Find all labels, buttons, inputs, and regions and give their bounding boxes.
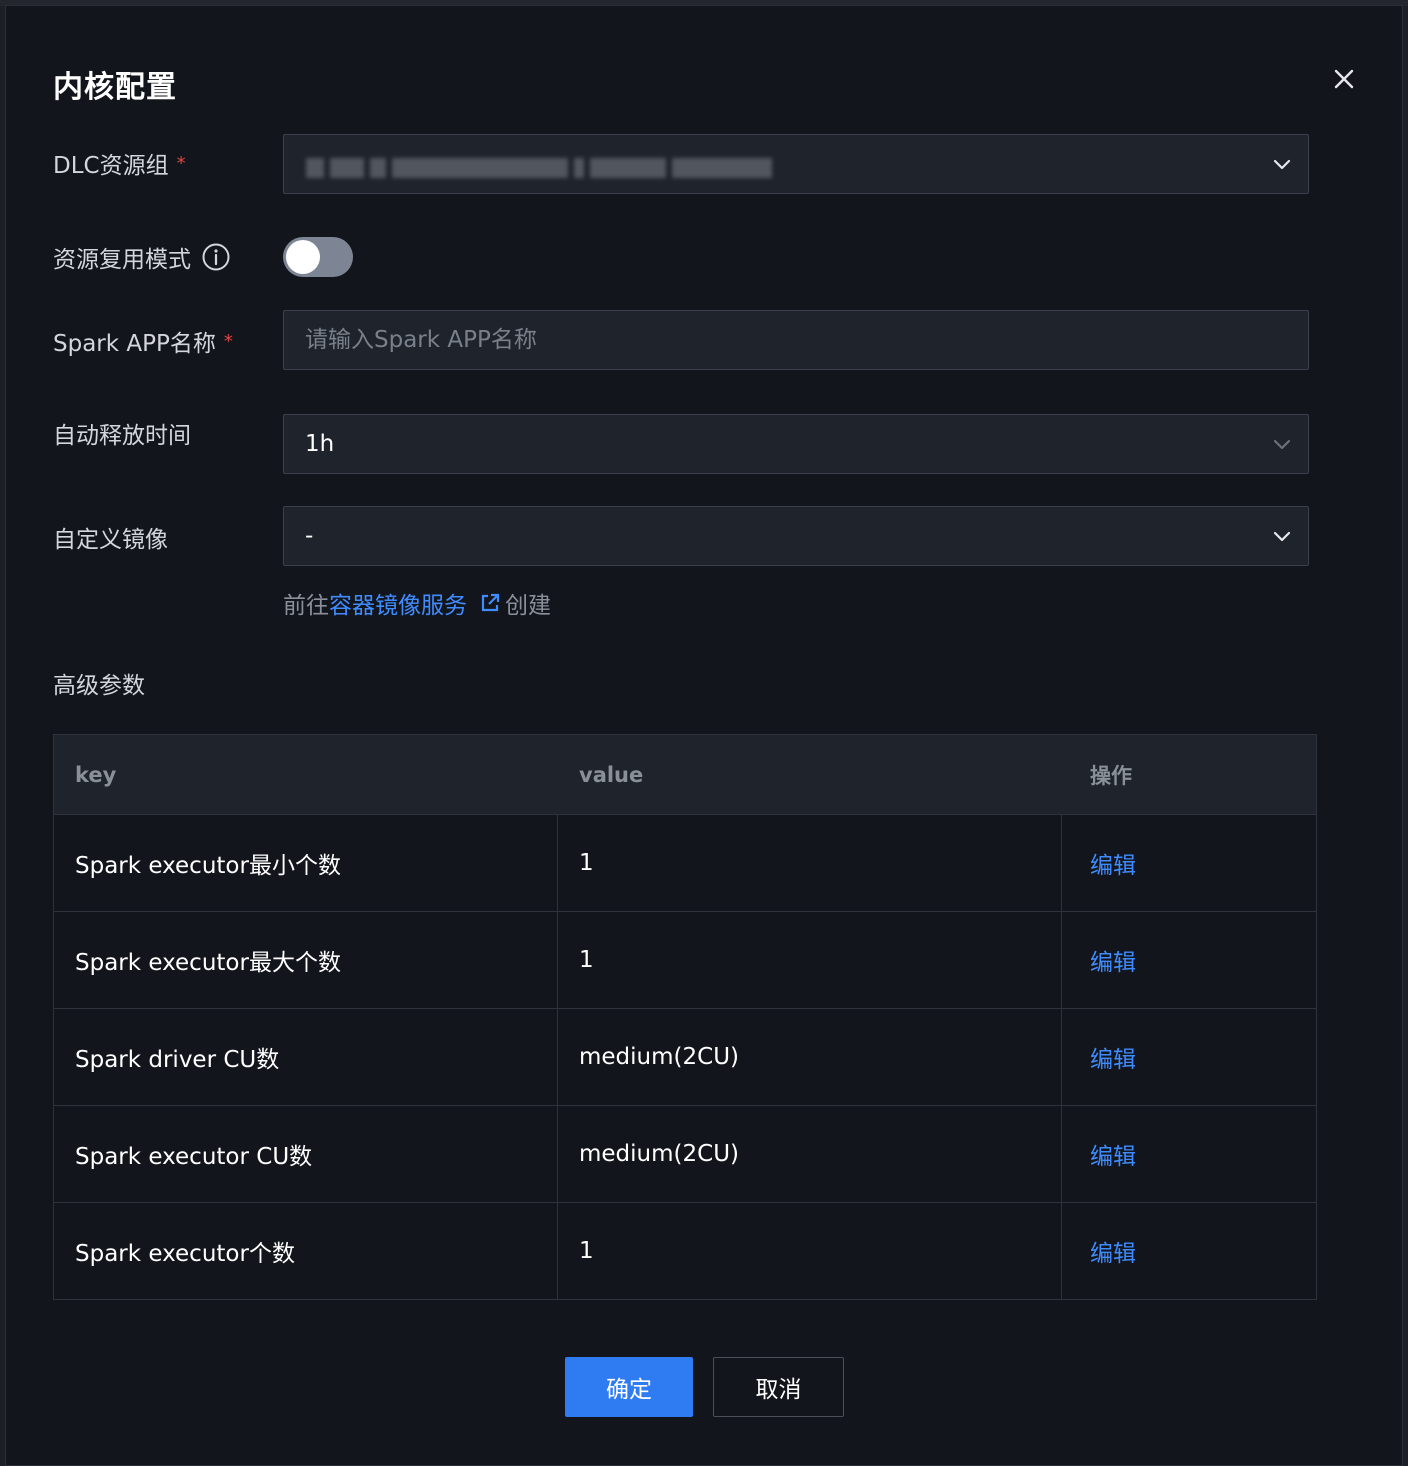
app-name-field (283, 310, 1309, 370)
edit-link[interactable]: 编辑 (1090, 1137, 1136, 1171)
info-icon[interactable] (201, 242, 231, 272)
row-value: medium(2CU) (558, 1106, 1062, 1202)
custom-image-hint: 前往 容器镜像服务 创建 (283, 586, 551, 620)
row-key: Spark executor个数 (54, 1203, 558, 1299)
kernel-config-dialog: 内核配置 DLC资源组 * 资源复用模式 Spark APP名称 * 请输入Sp… (5, 5, 1403, 1466)
edit-link[interactable]: 编辑 (1090, 1040, 1136, 1074)
required-mark: * (223, 330, 233, 352)
redacted-value (306, 149, 814, 187)
table-row: Spark executor最小个数 1 编辑 (54, 814, 1316, 911)
chevron-down-icon (1270, 152, 1294, 176)
release-time-value: 1h (305, 431, 335, 457)
container-registry-link[interactable]: 容器镜像服务 (329, 586, 467, 620)
release-time-select[interactable]: 1h (283, 414, 1309, 474)
required-mark: * (176, 152, 186, 174)
table-row: Spark driver CU数 medium(2CU) 编辑 (54, 1008, 1316, 1105)
row-key: Spark executor CU数 (54, 1106, 558, 1202)
app-name-input[interactable] (284, 311, 1308, 369)
external-link-icon[interactable] (479, 592, 501, 614)
custom-image-label: 自定义镜像 (53, 527, 168, 553)
advanced-params-table: key value 操作 Spark executor最小个数 1 编辑 Spa… (53, 734, 1317, 1300)
close-button[interactable] (1329, 64, 1359, 94)
chevron-down-icon (1270, 432, 1294, 456)
row-value: 1 (558, 1203, 1062, 1299)
custom-image-value: - (305, 523, 314, 549)
row-key: Spark executor最大个数 (54, 912, 558, 1008)
reuse-mode-label: 资源复用模式 (53, 240, 231, 274)
toggle-knob (286, 240, 320, 274)
table-row: Spark executor个数 1 编辑 (54, 1202, 1316, 1299)
app-name-label: Spark APP名称 * (53, 330, 233, 358)
row-key: Spark driver CU数 (54, 1009, 558, 1105)
dialog-title: 内核配置 (53, 70, 177, 105)
edit-link[interactable]: 编辑 (1090, 943, 1136, 977)
table-row: Spark executor CU数 medium(2CU) 编辑 (54, 1105, 1316, 1202)
row-key: Spark executor最小个数 (54, 815, 558, 911)
row-value: medium(2CU) (558, 1009, 1062, 1105)
edit-link[interactable]: 编辑 (1090, 1234, 1136, 1268)
edit-link[interactable]: 编辑 (1090, 846, 1136, 880)
column-header-value: value (579, 762, 644, 787)
release-time-label: 自动释放时间 (53, 423, 191, 449)
column-header-action: 操作 (1090, 763, 1132, 788)
table-row: Spark executor最大个数 1 编辑 (54, 911, 1316, 1008)
custom-image-select[interactable]: - (283, 506, 1309, 566)
advanced-params-title: 高级参数 (53, 673, 145, 699)
cancel-button[interactable]: 取消 (713, 1357, 844, 1417)
close-icon (1329, 69, 1359, 98)
row-value: 1 (558, 912, 1062, 1008)
table-header: key value 操作 (54, 735, 1316, 814)
chevron-down-icon (1270, 524, 1294, 548)
reuse-mode-toggle[interactable] (283, 237, 353, 277)
row-value: 1 (558, 815, 1062, 911)
confirm-button[interactable]: 确定 (565, 1357, 693, 1417)
resource-group-label: DLC资源组 * (53, 152, 186, 180)
resource-group-select[interactable] (283, 134, 1309, 194)
column-header-key: key (75, 762, 117, 787)
